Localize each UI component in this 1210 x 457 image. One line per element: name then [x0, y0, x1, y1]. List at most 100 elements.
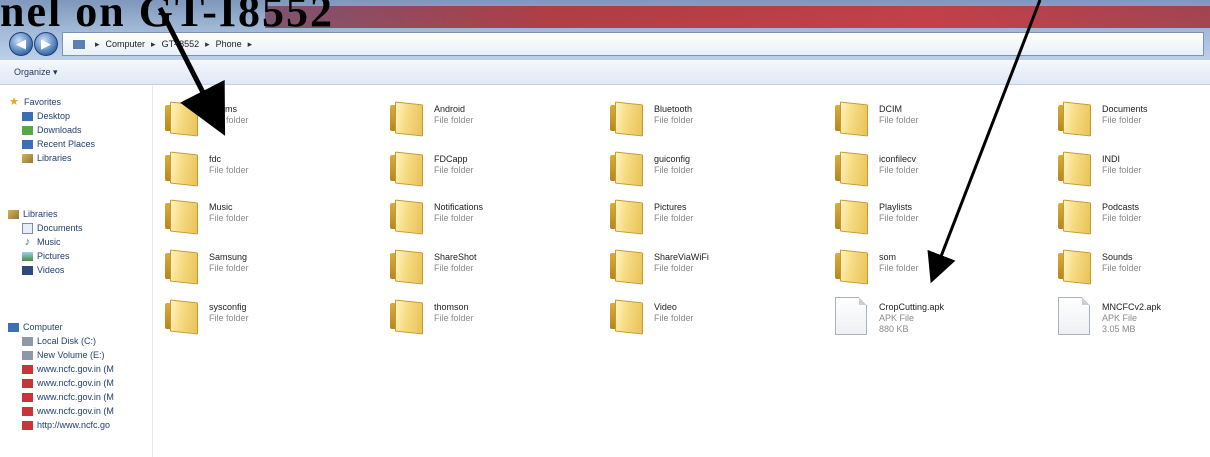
folder-item[interactable]: INDI File folder	[1058, 149, 1210, 193]
folder-item[interactable]: ShareShot File folder	[390, 247, 600, 291]
folder-icon	[165, 101, 199, 137]
folder-item[interactable]: som File folder	[835, 247, 1045, 291]
item-name: Documents	[1102, 104, 1148, 114]
folder-icon	[1058, 249, 1092, 285]
folder-icon	[390, 199, 424, 235]
nav-item-new-volume[interactable]: New Volume (E:)	[0, 348, 150, 362]
item-type: File folder	[209, 313, 249, 323]
nav-item-libraries-fav[interactable]: Libraries	[0, 151, 150, 165]
folder-item[interactable]: fdc File folder	[165, 149, 375, 193]
folder-item[interactable]: Documents File folder	[1058, 99, 1210, 143]
organize-button[interactable]: Organize ▾	[10, 65, 62, 80]
folder-item[interactable]: Alarms File folder	[165, 99, 375, 143]
item-size: 3.05 MB	[1102, 324, 1136, 334]
item-name: Samsung	[209, 252, 248, 262]
network-drive-icon	[22, 406, 33, 416]
item-name: sysconfig	[209, 302, 247, 312]
folder-item[interactable]: guiconfig File folder	[610, 149, 820, 193]
folder-item[interactable]: Android File folder	[390, 99, 600, 143]
folder-item[interactable]: Video File folder	[610, 297, 820, 341]
nav-item-network-drive[interactable]: www.ncfc.gov.in (M	[0, 362, 150, 376]
folder-item[interactable]: Sounds File folder	[1058, 247, 1210, 291]
item-name: Bluetooth	[654, 104, 693, 114]
item-type: File folder	[1102, 115, 1142, 125]
hard-drive-icon	[22, 350, 33, 360]
item-text: Alarms File folder	[209, 99, 249, 126]
folder-icon	[835, 199, 869, 235]
nav-label: Videos	[37, 265, 65, 275]
nav-label: Recent Places	[37, 139, 96, 149]
item-type: File folder	[879, 213, 919, 223]
item-type: File folder	[209, 213, 249, 223]
recent-places-icon	[22, 139, 33, 149]
item-text: FDCapp File folder	[434, 149, 474, 176]
folder-item[interactable]: Playlists File folder	[835, 197, 1045, 241]
item-type: File folder	[654, 165, 694, 175]
item-name: Android	[434, 104, 466, 114]
item-text: DCIM File folder	[879, 99, 919, 126]
chevron-right-icon: ▸	[205, 38, 210, 49]
file-item[interactable]: MNCFCv2.apk APK File 3.05 MB	[1058, 297, 1210, 341]
item-text: Bluetooth File folder	[654, 99, 694, 126]
item-name: Playlists	[879, 202, 913, 212]
nav-label: Pictures	[37, 251, 70, 261]
nav-item-music[interactable]: ♪ Music	[0, 235, 150, 249]
nav-item-videos[interactable]: Videos	[0, 263, 150, 277]
nav-libraries[interactable]: Libraries	[0, 207, 150, 221]
nav-computer[interactable]: Computer	[0, 320, 150, 334]
nav-item-pictures[interactable]: Pictures	[0, 249, 150, 263]
item-text: Documents File folder	[1102, 99, 1148, 126]
folder-item[interactable]: ShareViaWiFi File folder	[610, 247, 820, 291]
nav-item-network-drive[interactable]: http://www.ncfc.go	[0, 418, 150, 432]
nav-item-network-drive[interactable]: www.ncfc.gov.in (M	[0, 376, 150, 390]
item-type: File folder	[209, 115, 249, 125]
nav-item-recent-places[interactable]: Recent Places	[0, 137, 150, 151]
nav-item-local-disk[interactable]: Local Disk (C:)	[0, 334, 150, 348]
folder-item[interactable]: Bluetooth File folder	[610, 99, 820, 143]
nav-item-network-drive[interactable]: www.ncfc.gov.in (M	[0, 404, 150, 418]
item-name: ShareShot	[434, 252, 477, 262]
item-type: File folder	[879, 263, 919, 273]
breadcrumb-device[interactable]: GT-I8552	[162, 39, 200, 49]
folder-icon	[835, 151, 869, 187]
file-list: Alarms File folder Android File folder Bluet…	[153, 85, 1210, 457]
item-text: som File folder	[879, 247, 919, 274]
folder-item[interactable]: Podcasts File folder	[1058, 197, 1210, 241]
item-text: guiconfig File folder	[654, 149, 694, 176]
item-name: INDI	[1102, 154, 1120, 164]
item-type: File folder	[654, 313, 694, 323]
folder-item[interactable]: DCIM File folder	[835, 99, 1045, 143]
item-type: File folder	[1102, 213, 1142, 223]
nav-item-desktop[interactable]: Desktop	[0, 109, 150, 123]
breadcrumb-computer[interactable]: Computer	[106, 39, 146, 49]
folder-item[interactable]: sysconfig File folder	[165, 297, 375, 341]
folder-icon	[610, 199, 644, 235]
nav-item-downloads[interactable]: Downloads	[0, 123, 150, 137]
videos-icon	[22, 265, 33, 275]
folder-item[interactable]: Samsung File folder	[165, 247, 375, 291]
nav-label: www.ncfc.gov.in (M	[37, 392, 114, 402]
folder-item[interactable]: thomson File folder	[390, 297, 600, 341]
nav-label: www.ncfc.gov.in (M	[37, 378, 114, 388]
folder-item[interactable]: Music File folder	[165, 197, 375, 241]
desktop-icon	[22, 111, 33, 121]
item-text: CropCutting.apk APK File 880 KB	[879, 297, 944, 335]
item-name: thomson	[434, 302, 469, 312]
folder-item[interactable]: Pictures File folder	[610, 197, 820, 241]
item-name: DCIM	[879, 104, 902, 114]
item-type: File folder	[654, 263, 694, 273]
item-size: 880 KB	[879, 324, 909, 334]
breadcrumb-phone[interactable]: Phone	[216, 39, 242, 49]
nav-favorites[interactable]: ★ Favorites	[0, 95, 150, 109]
item-text: INDI File folder	[1102, 149, 1142, 176]
nav-item-network-drive[interactable]: www.ncfc.gov.in (M	[0, 390, 150, 404]
navigation-pane: ★ Favorites Desktop Downloads Recent Pla…	[0, 85, 153, 457]
folder-item[interactable]: iconfilecv File folder	[835, 149, 1045, 193]
folder-icon	[835, 249, 869, 285]
folder-item[interactable]: Notifications File folder	[390, 197, 600, 241]
folder-item[interactable]: FDCapp File folder	[390, 149, 600, 193]
nav-item-documents[interactable]: Documents	[0, 221, 150, 235]
file-item[interactable]: CropCutting.apk APK File 880 KB	[835, 297, 1045, 341]
item-name: Music	[209, 202, 233, 212]
nav-label: Desktop	[37, 111, 71, 121]
